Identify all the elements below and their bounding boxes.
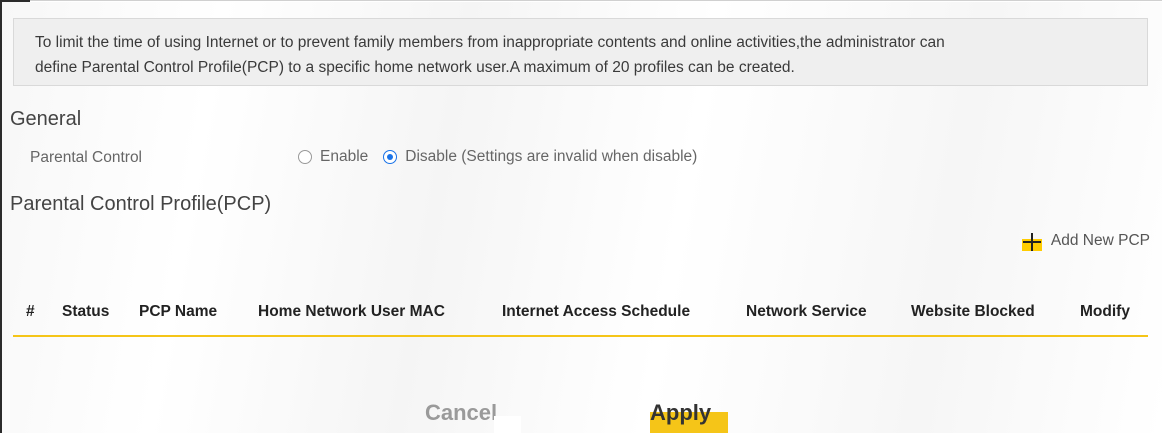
column-header-schedule: Internet Access Schedule [502,303,691,320]
cancel-button-overlay [494,416,521,433]
add-new-pcp-button[interactable]: Add New PCP [1021,231,1150,251]
column-header-status: Status [62,303,110,320]
column-header-pcp-name: PCP Name [139,303,218,320]
disable-radio[interactable] [383,150,398,164]
column-header-index: # [26,303,35,320]
enable-radio-label[interactable]: Enable [320,148,368,166]
column-header-website-blocked: Website Blocked [911,303,1035,320]
frame-border-top [0,0,30,2]
pcp-table-header: # Status PCP Name Home Network User MAC … [13,303,1148,337]
add-new-pcp-label[interactable]: Add New PCP [1051,232,1150,250]
disable-radio-label[interactable]: Disable (Settings are invalid when disab… [405,148,697,166]
cancel-button[interactable]: Cancel [425,400,497,426]
enable-radio[interactable] [298,150,312,164]
parental-control-radio-group: Enable Disable (Settings are invalid whe… [298,148,712,166]
column-header-mac: Home Network User MAC [258,303,445,320]
frame-border-top-light [30,0,1162,1]
notice-line-2: define Parental Control Profile(PCP) to … [35,59,795,76]
plus-icon[interactable] [1021,231,1042,251]
info-notice: To limit the time of using Internet or t… [13,18,1148,86]
section-heading-general: General [10,108,82,130]
column-header-modify: Modify [1080,303,1130,320]
notice-line-1: To limit the time of using Internet or t… [35,34,945,51]
apply-button[interactable]: Apply [650,400,711,426]
section-heading-pcp: Parental Control Profile(PCP) [10,193,272,215]
frame-border-left [0,0,2,433]
parental-control-label: Parental Control [30,149,143,166]
column-header-network-service: Network Service [746,303,867,320]
